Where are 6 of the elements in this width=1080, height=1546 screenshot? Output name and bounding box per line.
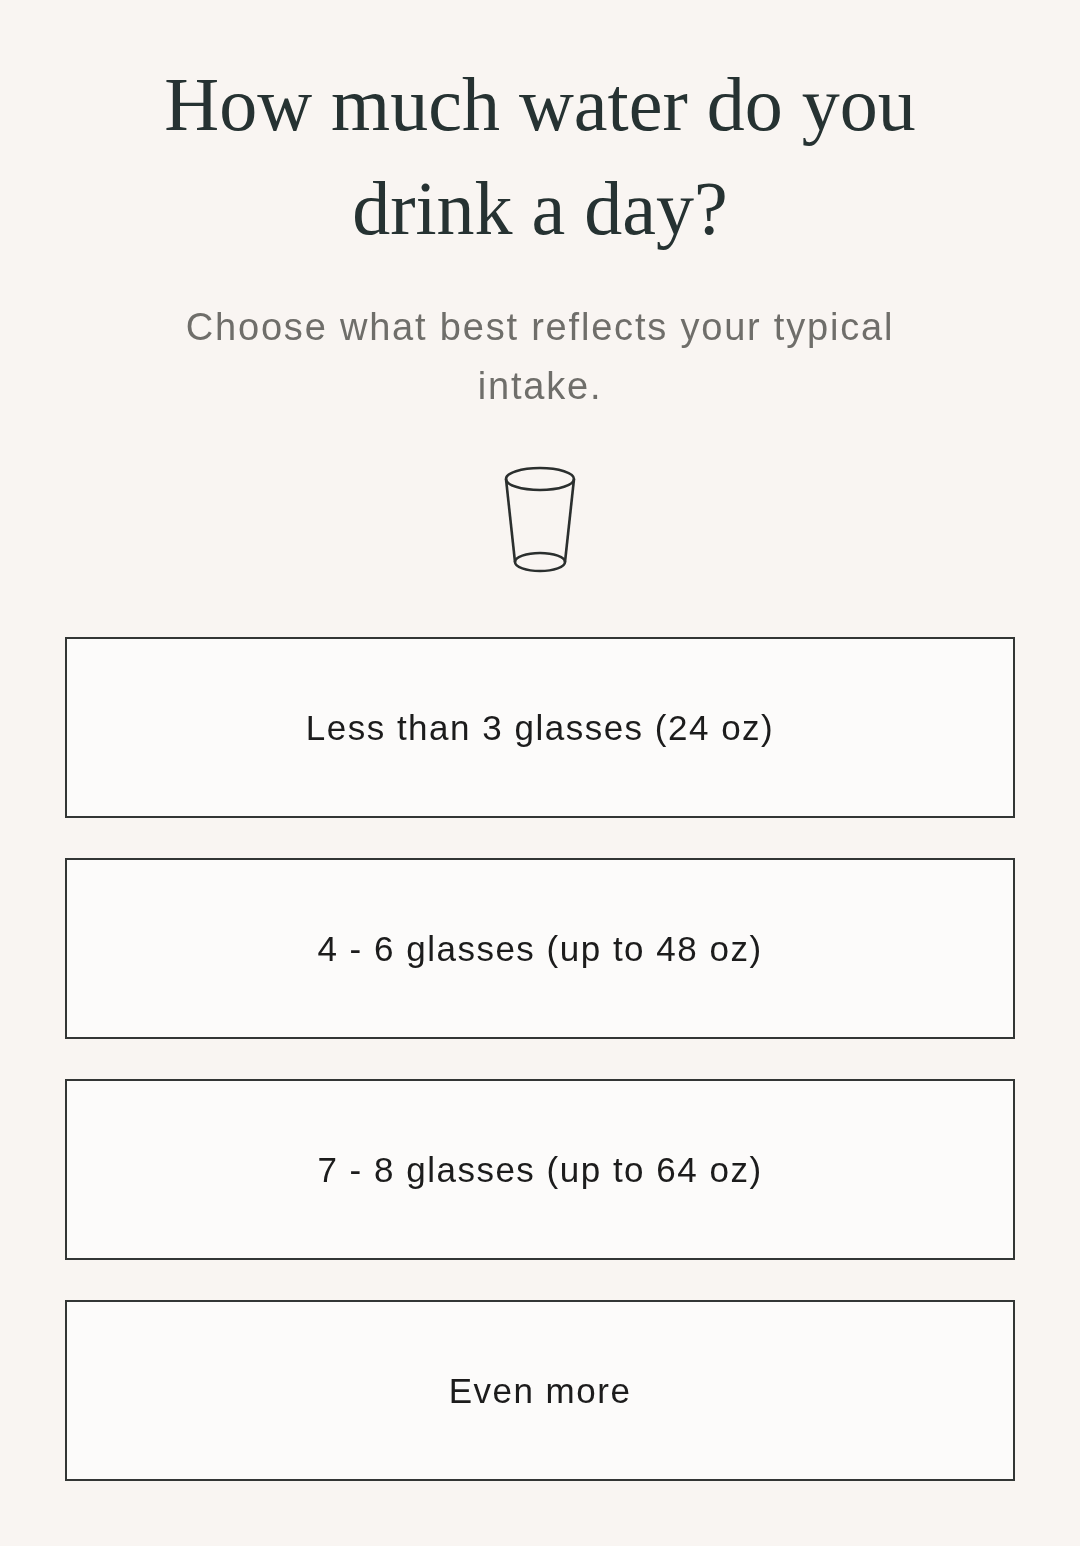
question-subtitle: Choose what best reflects your typical intake. [184,305,896,409]
answer-option[interactable]: 4 - 6 glasses (up to 48 oz) [65,858,1015,1039]
answer-option[interactable]: Less than 3 glasses (24 oz) [65,637,1015,818]
answer-option[interactable]: 7 - 8 glasses (up to 64 oz) [65,1079,1015,1260]
question-title: How much water do you drink a day? [163,61,917,252]
answer-option[interactable]: Even more [65,1300,1015,1481]
